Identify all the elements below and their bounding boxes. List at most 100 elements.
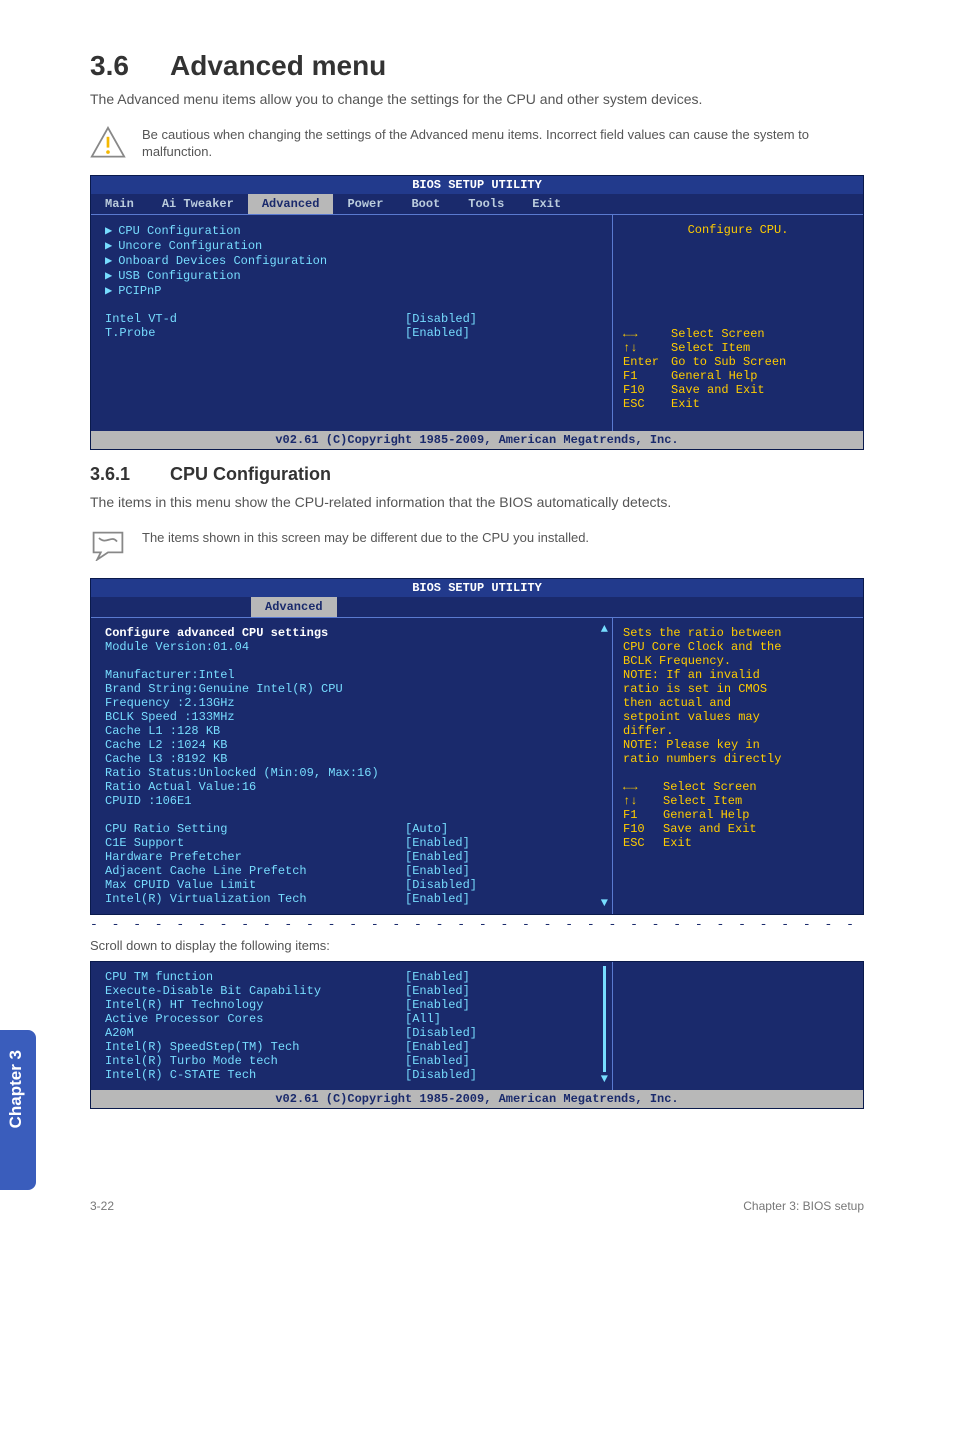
legend-val: Exit: [663, 836, 692, 850]
submenu-arrow-icon: ▶: [105, 269, 112, 283]
menu-item[interactable]: ▶USB Configuration: [105, 268, 598, 283]
legend-row: F10Save and Exit: [623, 822, 853, 836]
setting-key: Adjacent Cache Line Prefetch: [105, 864, 405, 878]
legend-key: ↑↓: [623, 794, 663, 808]
info-line: BCLK Speed :133MHz: [105, 710, 598, 724]
help-line: ratio numbers directly: [623, 752, 853, 766]
setting-row[interactable]: Intel VT-d[Disabled]: [105, 312, 598, 326]
setting-row[interactable]: Max CPUID Value Limit[Disabled]: [105, 878, 598, 892]
menu-item[interactable]: ▶ PCIPnP: [105, 283, 598, 298]
setting-row[interactable]: Intel(R) Virtualization Tech[Enabled]: [105, 892, 598, 906]
info-line: Cache L2 :1024 KB: [105, 738, 598, 752]
setting-row[interactable]: CPU Ratio Setting[Auto]: [105, 822, 598, 836]
module-version: Module Version:01.04: [105, 640, 598, 654]
menu-item[interactable]: ▶ CPU Configuration: [105, 223, 598, 238]
setting-row[interactable]: CPU TM function[Enabled]: [105, 970, 598, 984]
submenu-arrow-icon: ▶: [105, 284, 112, 298]
legend-val: Go to Sub Screen: [671, 355, 786, 369]
legend-key: F1: [623, 808, 663, 822]
bios-tabs-single: Advanced: [91, 597, 863, 618]
setting-key: C1E Support: [105, 836, 405, 850]
setting-value: [Disabled]: [405, 312, 477, 326]
menu-label: PCIPnP: [118, 284, 161, 298]
note-icon: [90, 529, 126, 564]
info-line: Ratio Status:Unlocked (Min:09, Max:16): [105, 766, 598, 780]
tab-power[interactable]: Power: [333, 194, 397, 214]
submenu-arrow-icon: ▶: [105, 254, 112, 268]
legend-val: General Help: [663, 808, 749, 822]
setting-row[interactable]: Adjacent Cache Line Prefetch[Enabled]: [105, 864, 598, 878]
help-line: CPU Core Clock and the: [623, 640, 853, 654]
setting-key: Hardware Prefetcher: [105, 850, 405, 864]
legend-row: EnterGo to Sub Screen: [623, 355, 853, 369]
setting-row[interactable]: Intel(R) Turbo Mode tech[Enabled]: [105, 1054, 598, 1068]
menu-item[interactable]: ▶Onboard Devices Configuration: [105, 253, 598, 268]
setting-value: [Enabled]: [405, 1054, 470, 1068]
legend-row: F1General Help: [623, 369, 853, 383]
setting-row[interactable]: Hardware Prefetcher[Enabled]: [105, 850, 598, 864]
setting-key: A20M: [105, 1026, 405, 1040]
info-line: Ratio Actual Value:16: [105, 780, 598, 794]
menu-item[interactable]: ▶ Uncore Configuration: [105, 238, 598, 253]
legend-key: Enter: [623, 355, 671, 369]
bios-help-pane-empty: [613, 962, 863, 1090]
setting-key: Intel VT-d: [105, 312, 405, 326]
setting-row[interactable]: Intel(R) HT Technology[Enabled]: [105, 998, 598, 1012]
legend-key: ←→: [623, 327, 671, 341]
tab-advanced[interactable]: Advanced: [251, 597, 337, 617]
legend-row: ←→Select Screen: [623, 780, 853, 794]
bios-screen-cpu-config: BIOS SETUP UTILITY Advanced ▲ ▼ Configur…: [90, 578, 864, 915]
subsection-heading: 3.6.1CPU Configuration: [90, 464, 864, 485]
setting-value: [Enabled]: [405, 864, 470, 878]
tab-advanced[interactable]: Advanced: [248, 194, 334, 214]
scroll-down-icon[interactable]: ▼: [601, 896, 608, 910]
setting-key: Intel(R) HT Technology: [105, 998, 405, 1012]
setting-row[interactable]: Intel(R) C-STATE Tech[Disabled]: [105, 1068, 598, 1082]
help-line: setpoint values may: [623, 710, 853, 724]
setting-row[interactable]: A20M[Disabled]: [105, 1026, 598, 1040]
info-line: Manufacturer:Intel: [105, 668, 598, 682]
setting-row[interactable]: Intel(R) SpeedStep(TM) Tech[Enabled]: [105, 1040, 598, 1054]
tab-main[interactable]: Main: [91, 194, 148, 214]
setting-key: Intel(R) SpeedStep(TM) Tech: [105, 1040, 405, 1054]
menu-label: CPU Configuration: [118, 224, 240, 238]
submenu-arrow-icon: ▶: [105, 224, 112, 238]
tab-tools[interactable]: Tools: [454, 194, 518, 214]
menu-label: Uncore Configuration: [118, 239, 262, 253]
tab-exit[interactable]: Exit: [518, 194, 575, 214]
setting-key: Intel(R) Turbo Mode tech: [105, 1054, 405, 1068]
subsection-intro: The items in this menu show the CPU-rela…: [90, 493, 864, 513]
setting-value: [Enabled]: [405, 836, 470, 850]
tab-ai-tweaker[interactable]: Ai Tweaker: [148, 194, 248, 214]
tab-boot[interactable]: Boot: [397, 194, 454, 214]
bios-left-pane: ▲ ▼ Configure advanced CPU settings Modu…: [91, 618, 613, 914]
scrollbar-icon[interactable]: [603, 966, 606, 1072]
section-intro: The Advanced menu items allow you to cha…: [90, 90, 864, 110]
help-line: Sets the ratio between: [623, 626, 853, 640]
legend-row: ↑↓Select Item: [623, 341, 853, 355]
scroll-down-icon[interactable]: ▼: [601, 1072, 608, 1086]
help-text: Configure CPU.: [623, 223, 853, 237]
setting-row[interactable]: C1E Support[Enabled]: [105, 836, 598, 850]
legend-row: ←→Select Screen: [623, 327, 853, 341]
page-chapter: Chapter 3: BIOS setup: [743, 1199, 864, 1213]
legend-row: ESCExit: [623, 397, 853, 411]
legend-row: ↑↓Select Item: [623, 794, 853, 808]
info-line: Cache L1 :128 KB: [105, 724, 598, 738]
setting-value: [All]: [405, 1012, 441, 1026]
scroll-up-icon[interactable]: ▲: [601, 622, 608, 636]
info-line: Cache L3 :8192 KB: [105, 752, 598, 766]
setting-row[interactable]: Active Processor Cores[All]: [105, 1012, 598, 1026]
setting-value: [Auto]: [405, 822, 448, 836]
bios-left-pane: ▶ CPU Configuration ▶ Uncore Configuration…: [91, 215, 613, 431]
setting-row[interactable]: T.Probe[Enabled]: [105, 326, 598, 340]
submenu-arrow-icon: ▶: [105, 239, 112, 253]
legend-val: Exit: [671, 397, 700, 411]
bios-screen-advanced: BIOS SETUP UTILITY Main Ai Tweaker Advan…: [90, 175, 864, 450]
setting-row[interactable]: Execute-Disable Bit Capability[Enabled]: [105, 984, 598, 998]
legend-key: ESC: [623, 397, 671, 411]
bios-left-pane: ▼ CPU TM function[Enabled] Execute-Disab…: [91, 962, 613, 1090]
help-line: NOTE: Please key in: [623, 738, 853, 752]
setting-key: Intel(R) C-STATE Tech: [105, 1068, 405, 1082]
help-line: NOTE: If an invalid: [623, 668, 853, 682]
